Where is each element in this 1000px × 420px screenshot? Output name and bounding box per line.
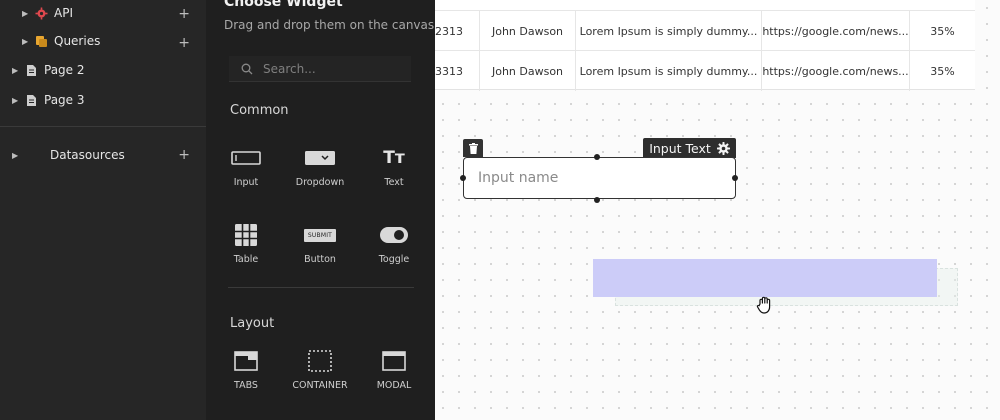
api-icon — [34, 6, 48, 20]
widget-label: Button — [304, 254, 336, 265]
table-cell-percent: 35% — [930, 64, 955, 78]
section-common: Common — [230, 103, 289, 118]
widget-label: Table — [233, 254, 259, 265]
resize-handle-bottom[interactable] — [594, 197, 600, 203]
sidebar-divider — [0, 126, 206, 127]
widget-label: Input — [233, 177, 259, 188]
caret-right-icon[interactable]: ▶ — [22, 37, 30, 46]
widget-dropdown[interactable]: Dropdown — [290, 145, 350, 188]
widget-label: Text — [384, 177, 404, 188]
widget-container[interactable]: CONTAINER — [290, 348, 350, 391]
tabs-widget-icon — [216, 348, 276, 374]
panel-subtitle: Drag and drop them on the canvas — [224, 18, 435, 32]
caret-right-icon[interactable]: ▶ — [22, 9, 30, 18]
drop-preview-placeholder — [593, 259, 937, 297]
trash-icon — [468, 142, 478, 154]
page-icon — [24, 93, 38, 107]
widget-tabs[interactable]: TABS — [216, 348, 276, 391]
text-widget-icon: Tт — [383, 148, 405, 168]
widget-panel: Choose Widget Drag and drop them on the … — [206, 0, 435, 420]
table-row[interactable]: 3313 John Dawson Lorem Ipsum is simply d… — [435, 50, 975, 91]
search-icon — [241, 63, 253, 74]
table-widget-icon — [216, 222, 276, 248]
sidebar-item-api[interactable]: ▶ API — [22, 4, 73, 22]
button-widget-icon: SUBMIT — [290, 222, 350, 248]
table-widget[interactable]: 2313 John Dawson Lorem Ipsum is simply d… — [435, 0, 975, 91]
delete-widget-button[interactable] — [463, 139, 483, 157]
widget-toggle[interactable]: Toggle — [364, 222, 424, 265]
page-icon — [24, 63, 38, 77]
sidebar-item-page-3[interactable]: ▶ Page 3 — [12, 91, 85, 109]
sidebar-item-label: API — [54, 6, 73, 20]
widget-search-input[interactable] — [263, 61, 403, 76]
container-widget-icon — [290, 348, 350, 374]
widget-search[interactable] — [229, 56, 411, 82]
widget-label: MODAL — [376, 380, 412, 391]
sidebar-item-label: Queries — [54, 34, 101, 48]
table-cell-description: Lorem Ipsum is simply dummy... — [576, 11, 762, 51]
add-api-icon[interactable]: + — [178, 7, 190, 21]
queries-icon — [34, 34, 48, 48]
table-cell-id: 3313 — [435, 51, 480, 91]
widget-label: Dropdown — [295, 177, 345, 188]
caret-right-icon[interactable]: ▶ — [12, 151, 20, 160]
table-cell-id: 2313 — [435, 11, 480, 51]
section-layout: Layout — [230, 316, 275, 331]
resize-handle-left[interactable] — [460, 175, 466, 181]
input-widget-icon — [216, 145, 276, 171]
widget-input[interactable]: Input — [216, 145, 276, 188]
widget-label: CONTAINER — [292, 380, 348, 391]
gear-icon[interactable] — [716, 141, 730, 155]
table-cell-description: Lorem Ipsum is simply dummy... — [576, 51, 762, 91]
selected-widget-label[interactable]: Input Text — [643, 138, 736, 158]
input-name-field[interactable] — [470, 164, 728, 192]
toggle-widget-icon — [364, 222, 424, 248]
widget-button[interactable]: SUBMIT Button — [290, 222, 350, 265]
widget-text[interactable]: Tт Text — [364, 145, 424, 188]
table-row[interactable]: 2313 John Dawson Lorem Ipsum is simply d… — [435, 10, 975, 51]
panel-title: Choose Widget — [224, 0, 343, 10]
caret-right-icon[interactable]: ▶ — [12, 96, 20, 105]
widget-label: Toggle — [378, 254, 410, 265]
sidebar-item-label: Page 2 — [44, 63, 85, 77]
grab-hand-cursor-icon — [756, 295, 774, 319]
sidebar-item-datasources[interactable]: ▶ Datasources — [12, 146, 125, 164]
sidebar-item-queries[interactable]: ▶ Queries — [22, 32, 100, 50]
resize-handle-right[interactable] — [732, 175, 738, 181]
add-query-icon[interactable]: + — [178, 36, 190, 50]
sidebar-item-label: Datasources — [50, 148, 125, 162]
editor-canvas[interactable]: 2313 John Dawson Lorem Ipsum is simply d… — [435, 0, 1000, 420]
panel-divider — [228, 287, 414, 288]
table-cell-percent: 35% — [930, 24, 955, 38]
sidebar-item-label: Page 3 — [44, 93, 85, 107]
dropdown-widget-icon — [290, 145, 350, 171]
widget-label: TABS — [234, 380, 258, 391]
add-datasource-icon[interactable]: + — [178, 148, 190, 162]
widget-name: Input Text — [649, 140, 711, 156]
resize-handle-top[interactable] — [594, 154, 600, 160]
table-cell-url: https://google.com/news... — [762, 11, 910, 51]
widget-modal[interactable]: MODAL — [364, 348, 424, 391]
sidebar-item-page-2[interactable]: ▶ Page 2 — [12, 61, 85, 79]
caret-right-icon[interactable]: ▶ — [12, 66, 20, 75]
modal-widget-icon — [364, 348, 424, 374]
explorer-sidebar: ▶ API + ▶ Queries + ▶ Page 2 ▶ Page 3 ▶ … — [0, 0, 206, 420]
widget-table[interactable]: Table — [216, 222, 276, 265]
table-cell-name: John Dawson — [480, 51, 576, 91]
input-text-widget[interactable] — [463, 157, 736, 199]
table-cell-url: https://google.com/news... — [762, 51, 910, 91]
table-cell-name: John Dawson — [480, 11, 576, 51]
